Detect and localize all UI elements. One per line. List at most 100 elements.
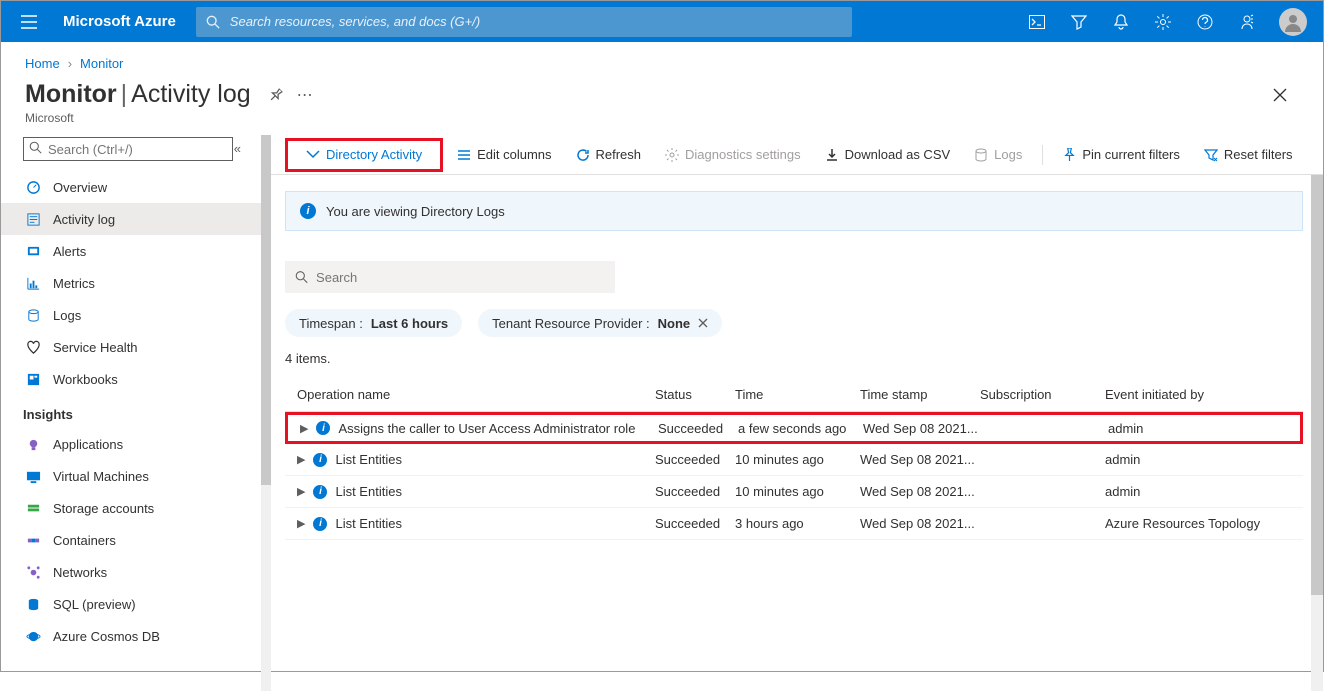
azure-topbar: Microsoft Azure bbox=[1, 1, 1323, 42]
sidebar-search[interactable]: « bbox=[23, 137, 249, 161]
edit-columns-button[interactable]: Edit columns bbox=[447, 139, 561, 171]
col-operation[interactable]: Operation name bbox=[285, 387, 655, 402]
sidebar-section-insights: Insights bbox=[1, 395, 261, 428]
close-button[interactable] bbox=[1273, 88, 1299, 102]
sidebar-item-cosmos[interactable]: Azure Cosmos DB bbox=[1, 620, 261, 652]
chevron-right-icon: ▶ bbox=[297, 485, 305, 498]
download-csv-button[interactable]: Download as CSV bbox=[815, 139, 961, 171]
cloud-shell-icon bbox=[1029, 15, 1045, 29]
feedback-button[interactable] bbox=[1227, 1, 1267, 42]
sidebar-item-label: Virtual Machines bbox=[53, 469, 149, 484]
breadcrumb: Home › Monitor bbox=[1, 50, 1323, 76]
logs-icon bbox=[25, 307, 41, 323]
help-button[interactable] bbox=[1185, 1, 1225, 42]
info-icon: i bbox=[316, 421, 330, 435]
sidebar-item-metrics[interactable]: Metrics bbox=[1, 267, 261, 299]
pin-filters-button[interactable]: Pin current filters bbox=[1053, 139, 1190, 171]
storage-icon bbox=[25, 500, 41, 516]
page-title: Monitor|Activity log bbox=[25, 80, 251, 109]
reset-filter-icon bbox=[1204, 148, 1218, 162]
brand[interactable]: Microsoft Azure bbox=[49, 13, 190, 30]
sidebar-item-overview[interactable]: Overview bbox=[1, 171, 261, 203]
tool-label: Download as CSV bbox=[845, 147, 951, 162]
sidebar-item-applications[interactable]: Applications bbox=[1, 428, 261, 460]
reset-filters-button[interactable]: Reset filters bbox=[1194, 139, 1303, 171]
breadcrumb-monitor[interactable]: Monitor bbox=[80, 56, 123, 71]
toolbar-separator bbox=[1042, 145, 1043, 165]
status-cell: Succeeded bbox=[655, 484, 735, 499]
sidebar-item-vms[interactable]: Virtual Machines bbox=[1, 460, 261, 492]
breadcrumb-home[interactable]: Home bbox=[25, 56, 60, 71]
table-header: Operation name Status Time Time stamp Su… bbox=[285, 378, 1303, 412]
table-row[interactable]: ▶iList EntitiesSucceeded10 minutes agoWe… bbox=[285, 476, 1303, 508]
cloud-shell-button[interactable] bbox=[1017, 1, 1057, 42]
sidebar-item-workbooks[interactable]: Workbooks bbox=[1, 363, 261, 395]
notifications-button[interactable] bbox=[1101, 1, 1141, 42]
metrics-icon bbox=[25, 275, 41, 291]
status-cell: Succeeded bbox=[655, 452, 735, 467]
main-scrollbar[interactable] bbox=[1311, 175, 1323, 691]
sidebar-item-storage[interactable]: Storage accounts bbox=[1, 492, 261, 524]
menu-button[interactable] bbox=[9, 15, 49, 29]
sidebar-item-label: Applications bbox=[53, 437, 123, 452]
sidebar-item-activity-log[interactable]: Activity log bbox=[1, 203, 261, 235]
col-subscription[interactable]: Subscription bbox=[980, 387, 1105, 402]
vm-icon bbox=[25, 468, 41, 484]
diagnostics-button[interactable]: Diagnostics settings bbox=[655, 139, 811, 171]
remove-filter-button[interactable] bbox=[698, 318, 708, 328]
sidebar-item-label: Metrics bbox=[53, 276, 95, 291]
collapse-sidebar-button[interactable]: « bbox=[234, 141, 241, 156]
pill-label: Timespan : bbox=[299, 316, 363, 331]
sidebar-item-service-health[interactable]: Service Health bbox=[1, 331, 261, 363]
directory-activity-button[interactable]: Directory Activity bbox=[296, 139, 432, 171]
sidebar-scrollbar[interactable] bbox=[261, 135, 271, 691]
col-initiated-by[interactable]: Event initiated by bbox=[1105, 387, 1303, 402]
account-avatar[interactable] bbox=[1279, 8, 1307, 36]
table-row[interactable]: ▶iList EntitiesSucceeded3 hours agoWed S… bbox=[285, 508, 1303, 540]
col-status[interactable]: Status bbox=[655, 387, 735, 402]
initiated-by-cell: Azure Resources Topology bbox=[1105, 516, 1303, 531]
search-icon bbox=[206, 15, 220, 29]
close-icon bbox=[1273, 88, 1287, 102]
sidebar-item-containers[interactable]: Containers bbox=[1, 524, 261, 556]
log-search-input[interactable] bbox=[316, 270, 605, 285]
pin-button[interactable] bbox=[266, 85, 286, 105]
timestamp-cell: Wed Sep 08 2021... bbox=[860, 516, 980, 531]
table-row[interactable]: ▶iList EntitiesSucceeded10 minutes agoWe… bbox=[285, 444, 1303, 476]
publisher-label: Microsoft bbox=[1, 109, 1323, 135]
table-row[interactable]: ▶iAssigns the caller to User Access Admi… bbox=[285, 412, 1303, 444]
global-search-input[interactable] bbox=[196, 7, 852, 37]
directories-button[interactable] bbox=[1059, 1, 1099, 42]
status-cell: Succeeded bbox=[658, 421, 738, 436]
activity-table: Operation name Status Time Time stamp Su… bbox=[285, 378, 1303, 540]
initiated-by-cell: admin bbox=[1105, 484, 1303, 499]
sidebar-item-logs[interactable]: Logs bbox=[1, 299, 261, 331]
workbooks-icon bbox=[25, 371, 41, 387]
columns-icon bbox=[457, 149, 471, 161]
sidebar-item-networks[interactable]: Networks bbox=[1, 556, 261, 588]
settings-button[interactable] bbox=[1143, 1, 1183, 42]
sidebar-item-sql[interactable]: SQL (preview) bbox=[1, 588, 261, 620]
sidebar-search-input[interactable] bbox=[23, 137, 233, 161]
col-time[interactable]: Time bbox=[735, 387, 860, 402]
refresh-button[interactable]: Refresh bbox=[566, 139, 652, 171]
cosmos-icon bbox=[25, 628, 41, 644]
heart-icon bbox=[25, 339, 41, 355]
tenant-pill[interactable]: Tenant Resource Provider : None bbox=[478, 309, 722, 337]
col-timestamp[interactable]: Time stamp bbox=[860, 387, 980, 402]
chevron-right-icon: ▶ bbox=[297, 453, 305, 466]
timespan-pill[interactable]: Timespan : Last 6 hours bbox=[285, 309, 462, 337]
search-icon bbox=[29, 141, 42, 154]
toolbar: Directory Activity Edit columns Refresh … bbox=[271, 135, 1323, 175]
sidebar-item-alerts[interactable]: Alerts bbox=[1, 235, 261, 267]
search-icon bbox=[295, 270, 308, 284]
more-button[interactable]: ⋯ bbox=[297, 85, 313, 105]
log-search[interactable] bbox=[285, 261, 615, 293]
global-search[interactable] bbox=[196, 7, 852, 37]
logs-button[interactable]: Logs bbox=[964, 139, 1032, 171]
gear-icon bbox=[1155, 14, 1171, 30]
pin-icon bbox=[266, 85, 286, 105]
download-icon bbox=[825, 148, 839, 162]
pin-icon bbox=[1063, 148, 1076, 161]
tool-label: Logs bbox=[994, 147, 1022, 162]
